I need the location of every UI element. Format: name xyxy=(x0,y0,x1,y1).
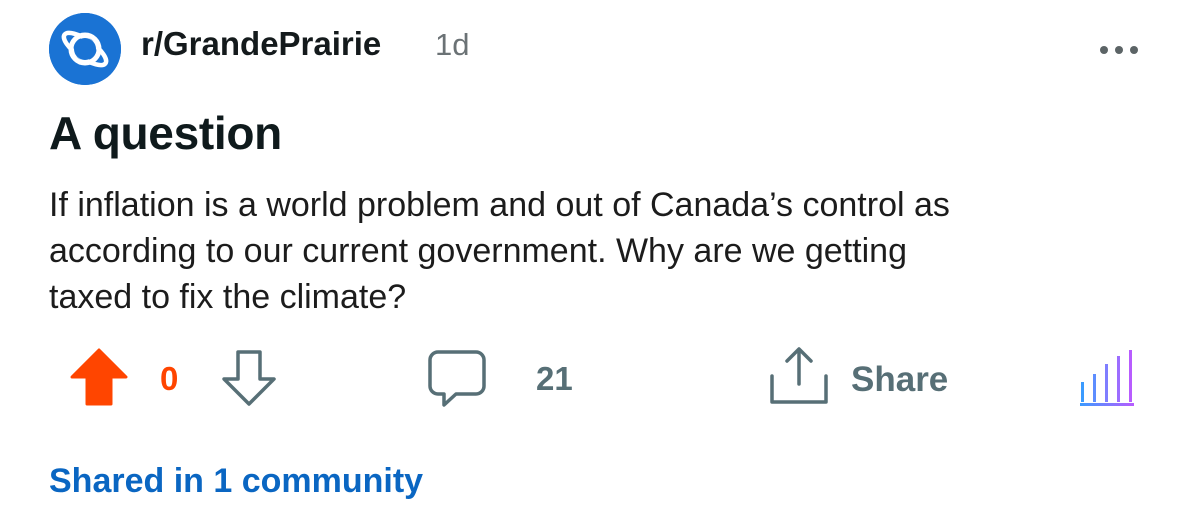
share-button[interactable] xyxy=(768,344,830,408)
more-dots-icon xyxy=(1100,46,1138,54)
community-avatar[interactable] xyxy=(49,13,121,85)
share-label[interactable]: Share xyxy=(851,360,948,400)
vote-score: 0 xyxy=(160,360,179,397)
comment-bubble-icon xyxy=(428,350,486,407)
share-icon xyxy=(770,347,828,404)
upvote-button[interactable] xyxy=(68,346,130,408)
post-actions-bar: 0 21 Share xyxy=(0,340,1179,416)
more-options-button[interactable] xyxy=(1099,43,1139,55)
post-header: r/GrandePrairie 1d xyxy=(49,13,1139,85)
comments-button[interactable] xyxy=(426,348,488,410)
downvote-arrow-icon xyxy=(222,350,276,406)
post-body[interactable]: If inflation is a world problem and out … xyxy=(49,182,1139,320)
reddit-planet-icon xyxy=(49,13,121,85)
downvote-button[interactable] xyxy=(218,346,280,408)
post-insights-button[interactable] xyxy=(1076,346,1138,408)
insights-bars-icon xyxy=(1080,350,1134,406)
upvote-arrow-icon xyxy=(70,348,128,406)
community-name[interactable]: r/GrandePrairie xyxy=(141,25,381,63)
post-title[interactable]: A question xyxy=(49,106,282,160)
post-age: 1d xyxy=(435,27,470,62)
comment-count: 21 xyxy=(536,360,573,397)
shared-in-communities-link[interactable]: Shared in 1 community xyxy=(49,462,423,501)
